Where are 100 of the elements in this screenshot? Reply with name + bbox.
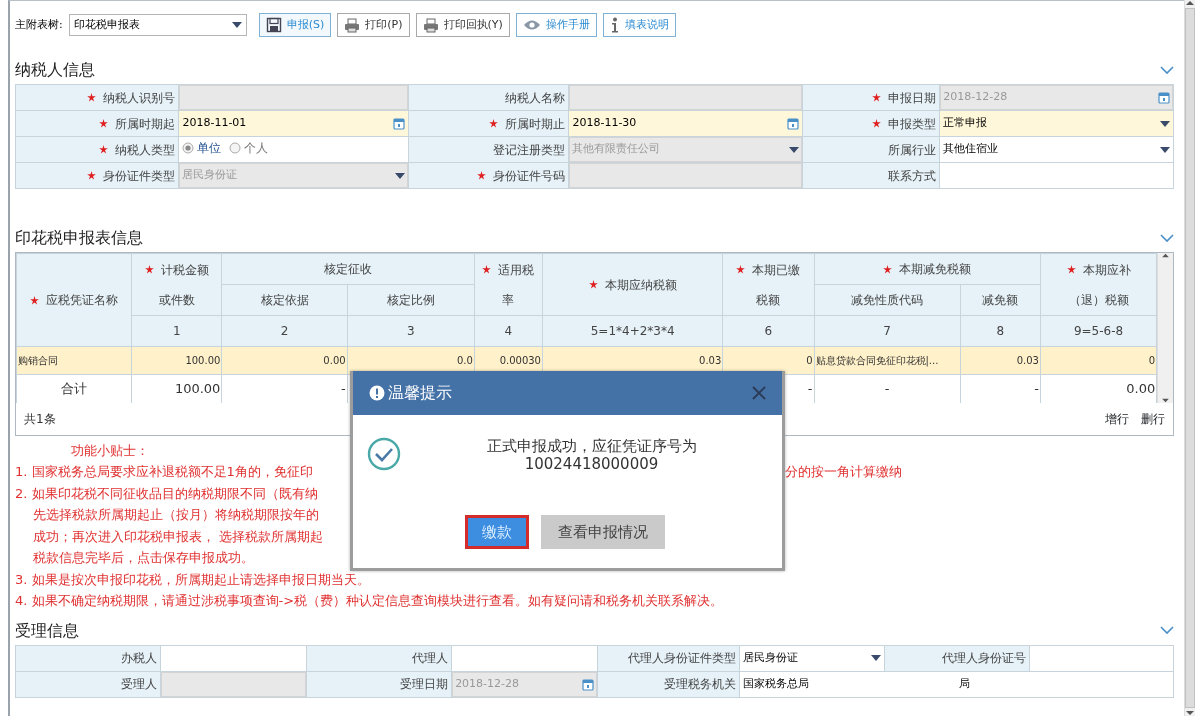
- column-header: 本期应补: [1066, 262, 1131, 277]
- date-field[interactable]: 2018-11-01: [178, 110, 409, 137]
- field-label: 身份证件号码: [477, 168, 566, 183]
- caret-icon[interactable]: [1160, 120, 1170, 127]
- column-header: 适用税: [482, 262, 535, 277]
- table-scrollbar[interactable]: [1157, 253, 1173, 403]
- toolbar-button[interactable]: 操作手册: [515, 13, 597, 37]
- caret-icon[interactable]: [789, 146, 799, 153]
- scroll-up-icon[interactable]: [1162, 253, 1170, 258]
- field-label: 纳税人名称: [505, 90, 566, 105]
- field-label: 代理人身份证号: [941, 651, 1026, 665]
- table-cell: 0.00: [221, 346, 348, 375]
- table-action-link[interactable]: 增行: [1105, 409, 1129, 428]
- select-field[interactable]: 其他住宿业: [939, 136, 1174, 163]
- toolbar-button[interactable]: 申报(S): [258, 13, 332, 37]
- field-label: 所属时期起: [99, 116, 176, 131]
- table-cell: 合计: [16, 374, 132, 403]
- select-field[interactable]: 居民身份证: [739, 645, 885, 671]
- section-title: 受理信息: [15, 619, 79, 642]
- text-field[interactable]: [178, 84, 409, 111]
- text-field[interactable]: [160, 671, 307, 697]
- date-field[interactable]: 2018-11-30: [568, 110, 803, 137]
- column-header: 减免性质代码: [851, 293, 924, 307]
- printer-icon: [344, 17, 361, 33]
- section-title: 印花税申报表信息: [15, 227, 143, 249]
- form-select-field[interactable]: 印花税申报表: [68, 14, 247, 36]
- caret-icon[interactable]: [231, 22, 242, 28]
- caret-icon[interactable]: [1160, 146, 1170, 153]
- caret-icon[interactable]: [395, 172, 405, 179]
- column-number: 3: [347, 315, 475, 347]
- column-header: 减免额: [982, 293, 1019, 307]
- text-field[interactable]: [160, 645, 307, 671]
- column-number: 9=5-6-8: [1040, 315, 1157, 347]
- calendar-icon[interactable]: [1158, 91, 1170, 104]
- collapse-icon[interactable]: [1160, 233, 1174, 243]
- success-icon: [367, 437, 401, 471]
- column-number: 2: [221, 315, 348, 347]
- toolbar-label: 主附表树:: [15, 16, 63, 33]
- select-field[interactable]: 正常申报: [939, 110, 1174, 137]
- column-header: 应税凭证名称: [30, 293, 119, 307]
- text-field[interactable]: [451, 645, 597, 671]
- calendar-icon[interactable]: [787, 117, 799, 130]
- printer-icon: [422, 17, 439, 33]
- tip-text: 2. 如果印花税不同征收品目的纳税期限不同（既有纳: [15, 485, 318, 501]
- tip-text: 1. 国家税务总局要求应补退税额不足1角的，免征印: [15, 464, 313, 479]
- dialog-message: 正式申报成功，应征凭证序号为: [485, 437, 698, 455]
- dialog-message: 10024418000009: [523, 455, 660, 473]
- field-label: 联系方式: [888, 168, 937, 183]
- alert-icon: [369, 385, 385, 401]
- scrollbar[interactable]: [1184, 0, 1195, 716]
- column-header: 税额: [756, 292, 781, 307]
- column-header: 本期应纳税额: [588, 277, 677, 292]
- column-header: 计税金额: [144, 262, 209, 277]
- field-label: 所属行业: [888, 142, 937, 157]
- field-label: 所属时期止: [489, 116, 566, 131]
- toolbar-button[interactable]: 打印回执(Y): [415, 13, 510, 37]
- field-label: 办税人: [121, 651, 158, 665]
- collapse-icon[interactable]: [1160, 65, 1174, 75]
- radio-button[interactable]: [182, 142, 195, 155]
- column-number: 1: [131, 315, 222, 347]
- field-label: 受理税务机关: [663, 677, 736, 691]
- column-header: （退）税额: [1068, 292, 1129, 307]
- eye-icon: [522, 19, 541, 31]
- column-header: 本期已缴: [736, 262, 801, 277]
- scroll-down-icon[interactable]: [1162, 397, 1170, 403]
- radio-label[interactable]: 个人: [244, 139, 269, 158]
- text-field[interactable]: [939, 162, 1174, 189]
- table-cell: 0: [1040, 346, 1157, 375]
- tip-text: 税款信息完毕后，点击保存申报成功。: [33, 550, 254, 565]
- table-action-link[interactable]: 删行: [1141, 409, 1165, 428]
- toolbar-button[interactable]: 打印(P): [337, 13, 410, 37]
- column-header: 或件数: [158, 292, 195, 307]
- close-icon[interactable]: [752, 386, 766, 400]
- table-cell: 0.00: [1040, 374, 1157, 403]
- text-field[interactable]: 国家税务总局 局: [739, 671, 1174, 697]
- scroll-up-icon[interactable]: [1186, 0, 1194, 6]
- column-header: 核定征收: [324, 262, 373, 276]
- tip-text: 3. 如果是按次申报印花税，所属期起止请选择申报日期当天。: [15, 571, 370, 587]
- table-cell: 贴息贷款合同免征印花税|...: [814, 346, 961, 375]
- save-icon: [265, 17, 282, 33]
- collapse-icon[interactable]: [1160, 626, 1174, 635]
- text-field[interactable]: [568, 84, 803, 111]
- table-cell: 购销合同: [16, 346, 132, 375]
- tip-text: 先选择税款所属期起止（按月）将纳税期限按年的: [33, 507, 319, 522]
- calendar-icon[interactable]: [393, 117, 405, 130]
- toolbar-button[interactable]: 填表说明: [602, 13, 676, 37]
- field-label: 代理人身份证件类型: [627, 651, 736, 665]
- tip-text: 分的按一角计算缴纳: [785, 463, 902, 481]
- field-label: 受理日期: [400, 677, 449, 691]
- record-count: 共1条: [24, 410, 56, 428]
- radio-label[interactable]: 单位: [197, 139, 222, 158]
- dialog-button[interactable]: 查看申报情况: [541, 515, 665, 549]
- tips-title: 功能小贴士：: [71, 441, 149, 460]
- text-field[interactable]: [1029, 645, 1174, 671]
- tip-text: 4. 如果不确定纳税期限，请通过涉税事项查询->税（费）种认定信息查询模块进行查看。如有疑问请和税务机关联系解决。: [15, 593, 724, 608]
- calendar-icon[interactable]: [581, 677, 594, 691]
- radio-button[interactable]: [229, 142, 242, 155]
- caret-icon[interactable]: [871, 655, 882, 661]
- scroll-down-icon[interactable]: [1186, 710, 1194, 716]
- text-field[interactable]: [568, 162, 803, 189]
